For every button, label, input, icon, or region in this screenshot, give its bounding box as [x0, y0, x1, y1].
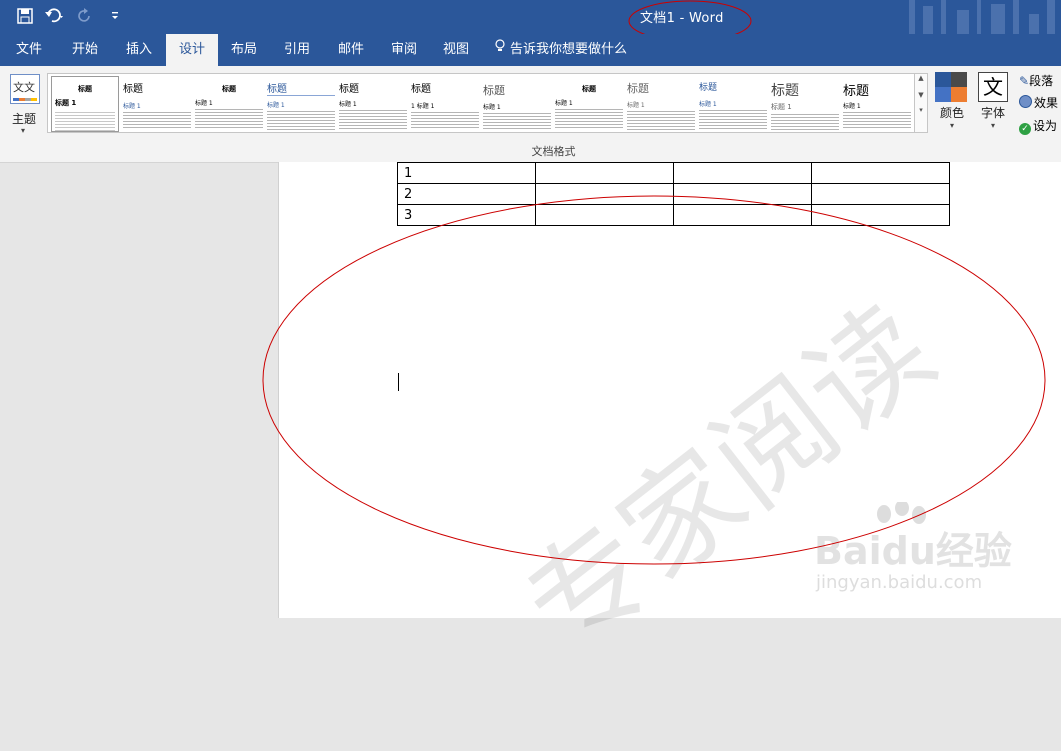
chevron-down-icon: ▾ [21, 126, 26, 135]
undo-icon[interactable] [44, 6, 66, 26]
style-set-item[interactable]: 标题 标题 1 [195, 76, 263, 130]
style-set-item[interactable]: 标题 标题 1 [699, 76, 767, 130]
style-set-item[interactable]: 标题 标题 1 [51, 76, 119, 132]
themes-button[interactable]: 文文 主题 ▾ [8, 70, 42, 135]
effects-button[interactable]: 效果 [1019, 94, 1061, 112]
gallery-more-icon[interactable]: ▾ [915, 106, 927, 114]
tab-home[interactable]: 开始 [58, 34, 112, 66]
style-set-item[interactable]: 标题 标题 1 [627, 76, 695, 130]
checkmark-icon: ✓ [1019, 123, 1031, 135]
customize-icon[interactable] [104, 6, 126, 26]
paintbrush-icon: ✎ [1019, 74, 1030, 88]
baidu-url: jingyan.baidu.com [816, 572, 983, 593]
effects-icon [1019, 95, 1032, 108]
ribbon-tabs: 文件 开始 插入 设计 布局 引用 邮件 审阅 视图 告诉我你想要做什么 [0, 34, 1061, 66]
style-set-gallery: 标题 标题 1 标题 标题 1 标题 标题 1 标题 标题 1 标题 标题 1 … [47, 73, 915, 133]
tell-me-text: 告诉我你想要做什么 [510, 42, 628, 57]
style-set-item[interactable]: 标题 1 标题 1 [411, 76, 479, 130]
save-icon[interactable] [14, 6, 36, 26]
table-cell[interactable] [535, 162, 674, 184]
style-set-item[interactable]: 标题 标题 1 [123, 76, 191, 130]
style-set-item[interactable]: 标题 标题 1 [339, 76, 407, 130]
theme-icon: 文文 [10, 74, 40, 104]
tab-view[interactable]: 视图 [430, 34, 482, 66]
colors-button[interactable]: 颜色 ▾ [935, 72, 969, 136]
paragraph-spacing-button[interactable]: ✎段落 [1019, 72, 1061, 90]
chevron-down-icon: ▾ [990, 121, 995, 130]
style-set-item[interactable]: 标题 标题 1 [771, 76, 839, 130]
chevron-down-icon: ▾ [949, 121, 954, 130]
tab-mailings[interactable]: 邮件 [324, 34, 378, 66]
fonts-icon: 文 [978, 72, 1008, 102]
gallery-up-icon[interactable]: ▲ [915, 74, 927, 82]
set-as-default-button[interactable]: ✓ 设为 [1019, 117, 1061, 135]
style-set-item[interactable]: 标题 标题 1 [555, 76, 623, 130]
palette-icon [935, 72, 967, 102]
tab-design[interactable]: 设计 [166, 34, 218, 66]
tab-review[interactable]: 审阅 [378, 34, 430, 66]
design-ribbon: 文文 主题 ▾ 标题 标题 1 标题 标题 1 标题 标题 1 标题 标题 1 … [0, 66, 1061, 163]
tab-insert[interactable]: 插入 [112, 34, 166, 66]
style-set-item[interactable]: 标题 标题 1 [267, 76, 335, 130]
style-set-item[interactable]: 标题 标题 1 [483, 76, 551, 130]
gallery-scroll[interactable]: ▲ ▼ ▾ [914, 73, 928, 133]
gallery-down-icon[interactable]: ▼ [915, 91, 927, 99]
tell-me-box[interactable]: 告诉我你想要做什么 [494, 34, 634, 66]
annotation-ellipse-content [262, 195, 1046, 565]
lightbulb-icon [494, 34, 506, 65]
themes-label: 主题 [12, 112, 37, 126]
tab-references[interactable]: 引用 [270, 34, 324, 66]
redo-icon[interactable] [74, 6, 96, 26]
fonts-button[interactable]: 文 字体 ▾ [976, 72, 1010, 136]
tab-file[interactable]: 文件 [0, 34, 58, 66]
tab-layout[interactable]: 布局 [218, 34, 270, 66]
quick-access-toolbar [14, 6, 126, 26]
table-cell[interactable]: 1 [397, 162, 536, 184]
group-label-document-formatting: 文档格式 [531, 145, 576, 158]
